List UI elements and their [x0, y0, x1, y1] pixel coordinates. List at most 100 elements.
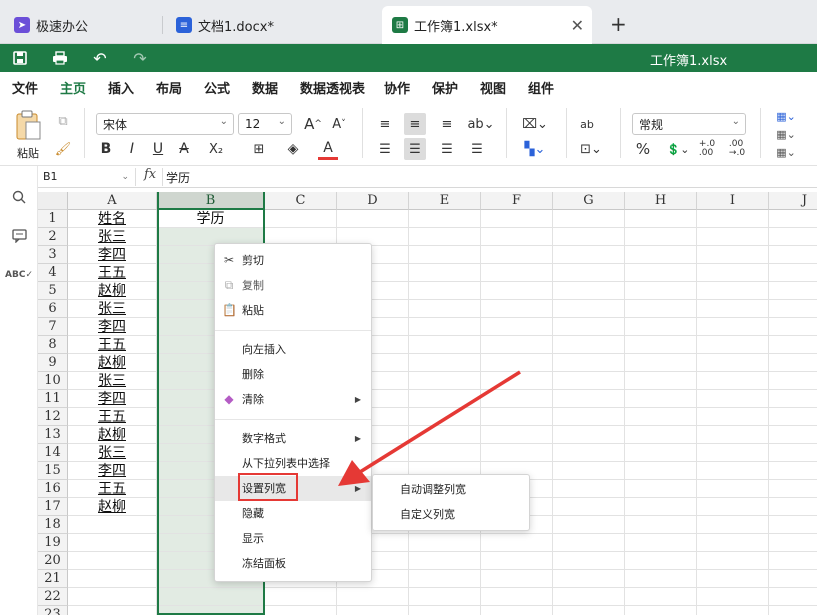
cell[interactable] [769, 354, 817, 372]
redo-icon[interactable]: ↷ [130, 48, 150, 68]
cell[interactable] [697, 246, 769, 264]
currency-icon[interactable]: 💲⌄ [664, 138, 692, 160]
cell[interactable] [265, 210, 337, 228]
save-icon[interactable] [10, 48, 30, 68]
cell[interactable] [697, 372, 769, 390]
align-middle-icon[interactable]: ≡ [404, 113, 426, 135]
cell[interactable]: 李四 [68, 246, 157, 264]
cell[interactable] [409, 606, 481, 615]
font-name-select[interactable]: 宋体 ⌄ [96, 113, 234, 135]
menu-view[interactable]: 视图 [480, 78, 506, 97]
column-header-b[interactable]: B [157, 192, 265, 210]
cell[interactable] [769, 534, 817, 552]
cell[interactable] [697, 606, 769, 615]
search-icon[interactable] [10, 188, 28, 206]
menu-components[interactable]: 组件 [528, 78, 554, 97]
subscript-button[interactable]: X₂ [200, 138, 232, 160]
cell[interactable] [481, 534, 553, 552]
print-icon[interactable] [50, 48, 70, 68]
cell[interactable] [697, 210, 769, 228]
cell[interactable] [553, 588, 625, 606]
row-header[interactable]: 19 [38, 534, 68, 552]
column-header-j[interactable]: J [769, 192, 817, 210]
cell[interactable] [697, 228, 769, 246]
cell[interactable]: 赵柳 [68, 498, 157, 516]
close-tab-icon[interactable]: ✕ [571, 16, 584, 35]
delete-cells-icon[interactable]: ▦⌄ [772, 126, 800, 142]
align-left-icon[interactable]: ☰ [374, 138, 396, 160]
cell[interactable] [409, 318, 481, 336]
new-tab-button[interactable]: + [610, 12, 627, 36]
cell[interactable] [553, 210, 625, 228]
cell[interactable] [481, 318, 553, 336]
cell[interactable] [409, 264, 481, 282]
row-header[interactable]: 22 [38, 588, 68, 606]
row-header[interactable]: 11 [38, 390, 68, 408]
cell[interactable] [625, 606, 697, 615]
italic-button[interactable]: I [122, 138, 142, 160]
cell[interactable] [625, 444, 697, 462]
menu-item-custom-width[interactable]: 自定义列宽 [373, 502, 529, 527]
cell[interactable] [625, 408, 697, 426]
cell[interactable] [553, 498, 625, 516]
cell[interactable] [769, 552, 817, 570]
cell[interactable] [553, 318, 625, 336]
cell[interactable] [553, 426, 625, 444]
menu-item-show[interactable]: 显示 [215, 526, 371, 551]
row-header[interactable]: 12 [38, 408, 68, 426]
strikethrough-button[interactable]: A [174, 138, 194, 160]
spell-check-icon[interactable]: ABC✓ [5, 266, 33, 284]
cell[interactable] [481, 588, 553, 606]
row-header[interactable]: 4 [38, 264, 68, 282]
formula-input[interactable]: 学历 [166, 169, 190, 186]
cell[interactable] [68, 606, 157, 615]
tab-home[interactable]: ➤ 极速办公 [4, 6, 160, 44]
cell[interactable] [481, 300, 553, 318]
cell[interactable] [68, 534, 157, 552]
percent-button[interactable]: % [632, 138, 654, 160]
cell[interactable] [625, 318, 697, 336]
cell[interactable] [769, 606, 817, 615]
cell[interactable] [481, 246, 553, 264]
cell[interactable] [553, 534, 625, 552]
cell[interactable] [625, 462, 697, 480]
cell[interactable] [481, 552, 553, 570]
increase-decimal-button[interactable]: +.0 .00 [696, 138, 718, 160]
cell[interactable] [481, 282, 553, 300]
cell[interactable] [769, 570, 817, 588]
menu-home[interactable]: 主页 [60, 78, 87, 105]
cell[interactable] [625, 354, 697, 372]
cell[interactable] [553, 516, 625, 534]
number-format-select[interactable]: 常规 ⌄ [632, 113, 746, 135]
cell[interactable] [697, 570, 769, 588]
cell[interactable] [769, 480, 817, 498]
row-header[interactable]: 13 [38, 426, 68, 444]
cell[interactable] [769, 462, 817, 480]
cell[interactable] [769, 588, 817, 606]
cell[interactable]: 赵柳 [68, 354, 157, 372]
row-header[interactable]: 17 [38, 498, 68, 516]
spell-check-icon[interactable]: ab [576, 113, 598, 135]
cell[interactable] [553, 336, 625, 354]
menu-pivot[interactable]: 数据透视表 [300, 78, 365, 97]
cell[interactable] [553, 480, 625, 498]
cell[interactable] [697, 462, 769, 480]
font-size-select[interactable]: 12 ⌄ [238, 113, 292, 135]
row-header[interactable]: 9 [38, 354, 68, 372]
cell[interactable] [553, 444, 625, 462]
cell[interactable] [625, 246, 697, 264]
cell[interactable] [697, 588, 769, 606]
cell[interactable] [625, 300, 697, 318]
menu-collaborate[interactable]: 协作 [384, 78, 410, 97]
row-header[interactable]: 3 [38, 246, 68, 264]
cell[interactable] [68, 588, 157, 606]
cell[interactable] [697, 408, 769, 426]
comment-icon[interactable] [10, 227, 28, 245]
row-header[interactable]: 20 [38, 552, 68, 570]
cell[interactable] [265, 588, 337, 606]
cell[interactable] [769, 264, 817, 282]
cell[interactable] [553, 354, 625, 372]
cell[interactable] [697, 426, 769, 444]
cell[interactable] [625, 480, 697, 498]
cell[interactable]: 赵柳 [68, 282, 157, 300]
